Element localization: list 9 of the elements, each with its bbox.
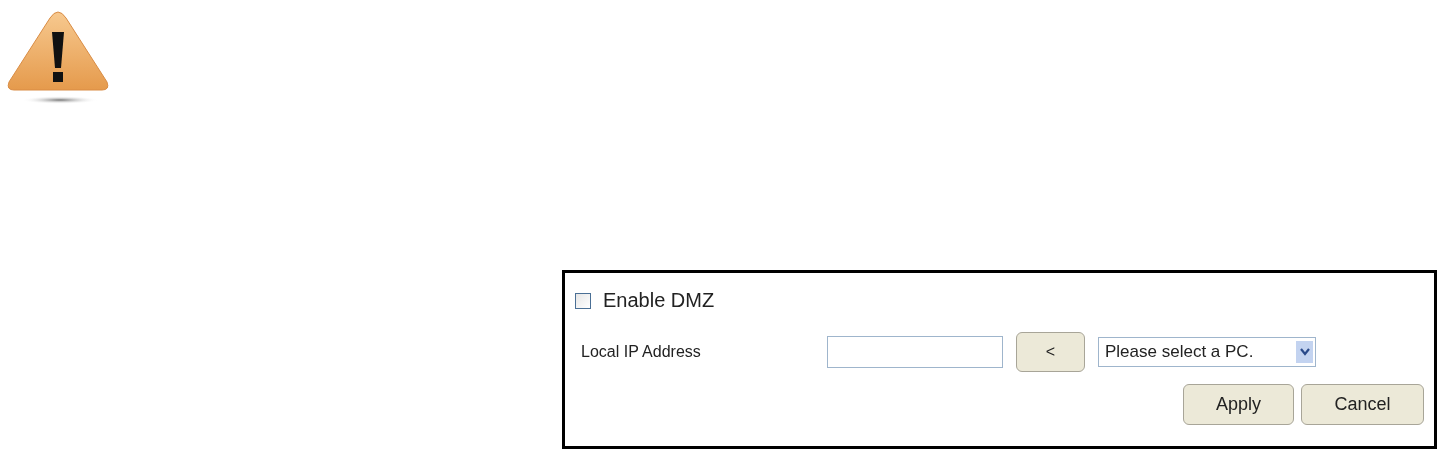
caret-icon [1296,341,1313,363]
apply-button[interactable]: Apply [1183,384,1294,425]
checkbox[interactable] [575,292,591,309]
field-label: Local IP Address [581,343,702,361]
pc-dropdown[interactable]: Please select a PC. [1098,337,1316,367]
cancel-button[interactable]: Cancel [1301,384,1424,425]
pick-button[interactable]: < [1016,332,1085,372]
checkbox-label: Enable DMZ [603,289,715,312]
input-field[interactable] [827,336,1003,368]
